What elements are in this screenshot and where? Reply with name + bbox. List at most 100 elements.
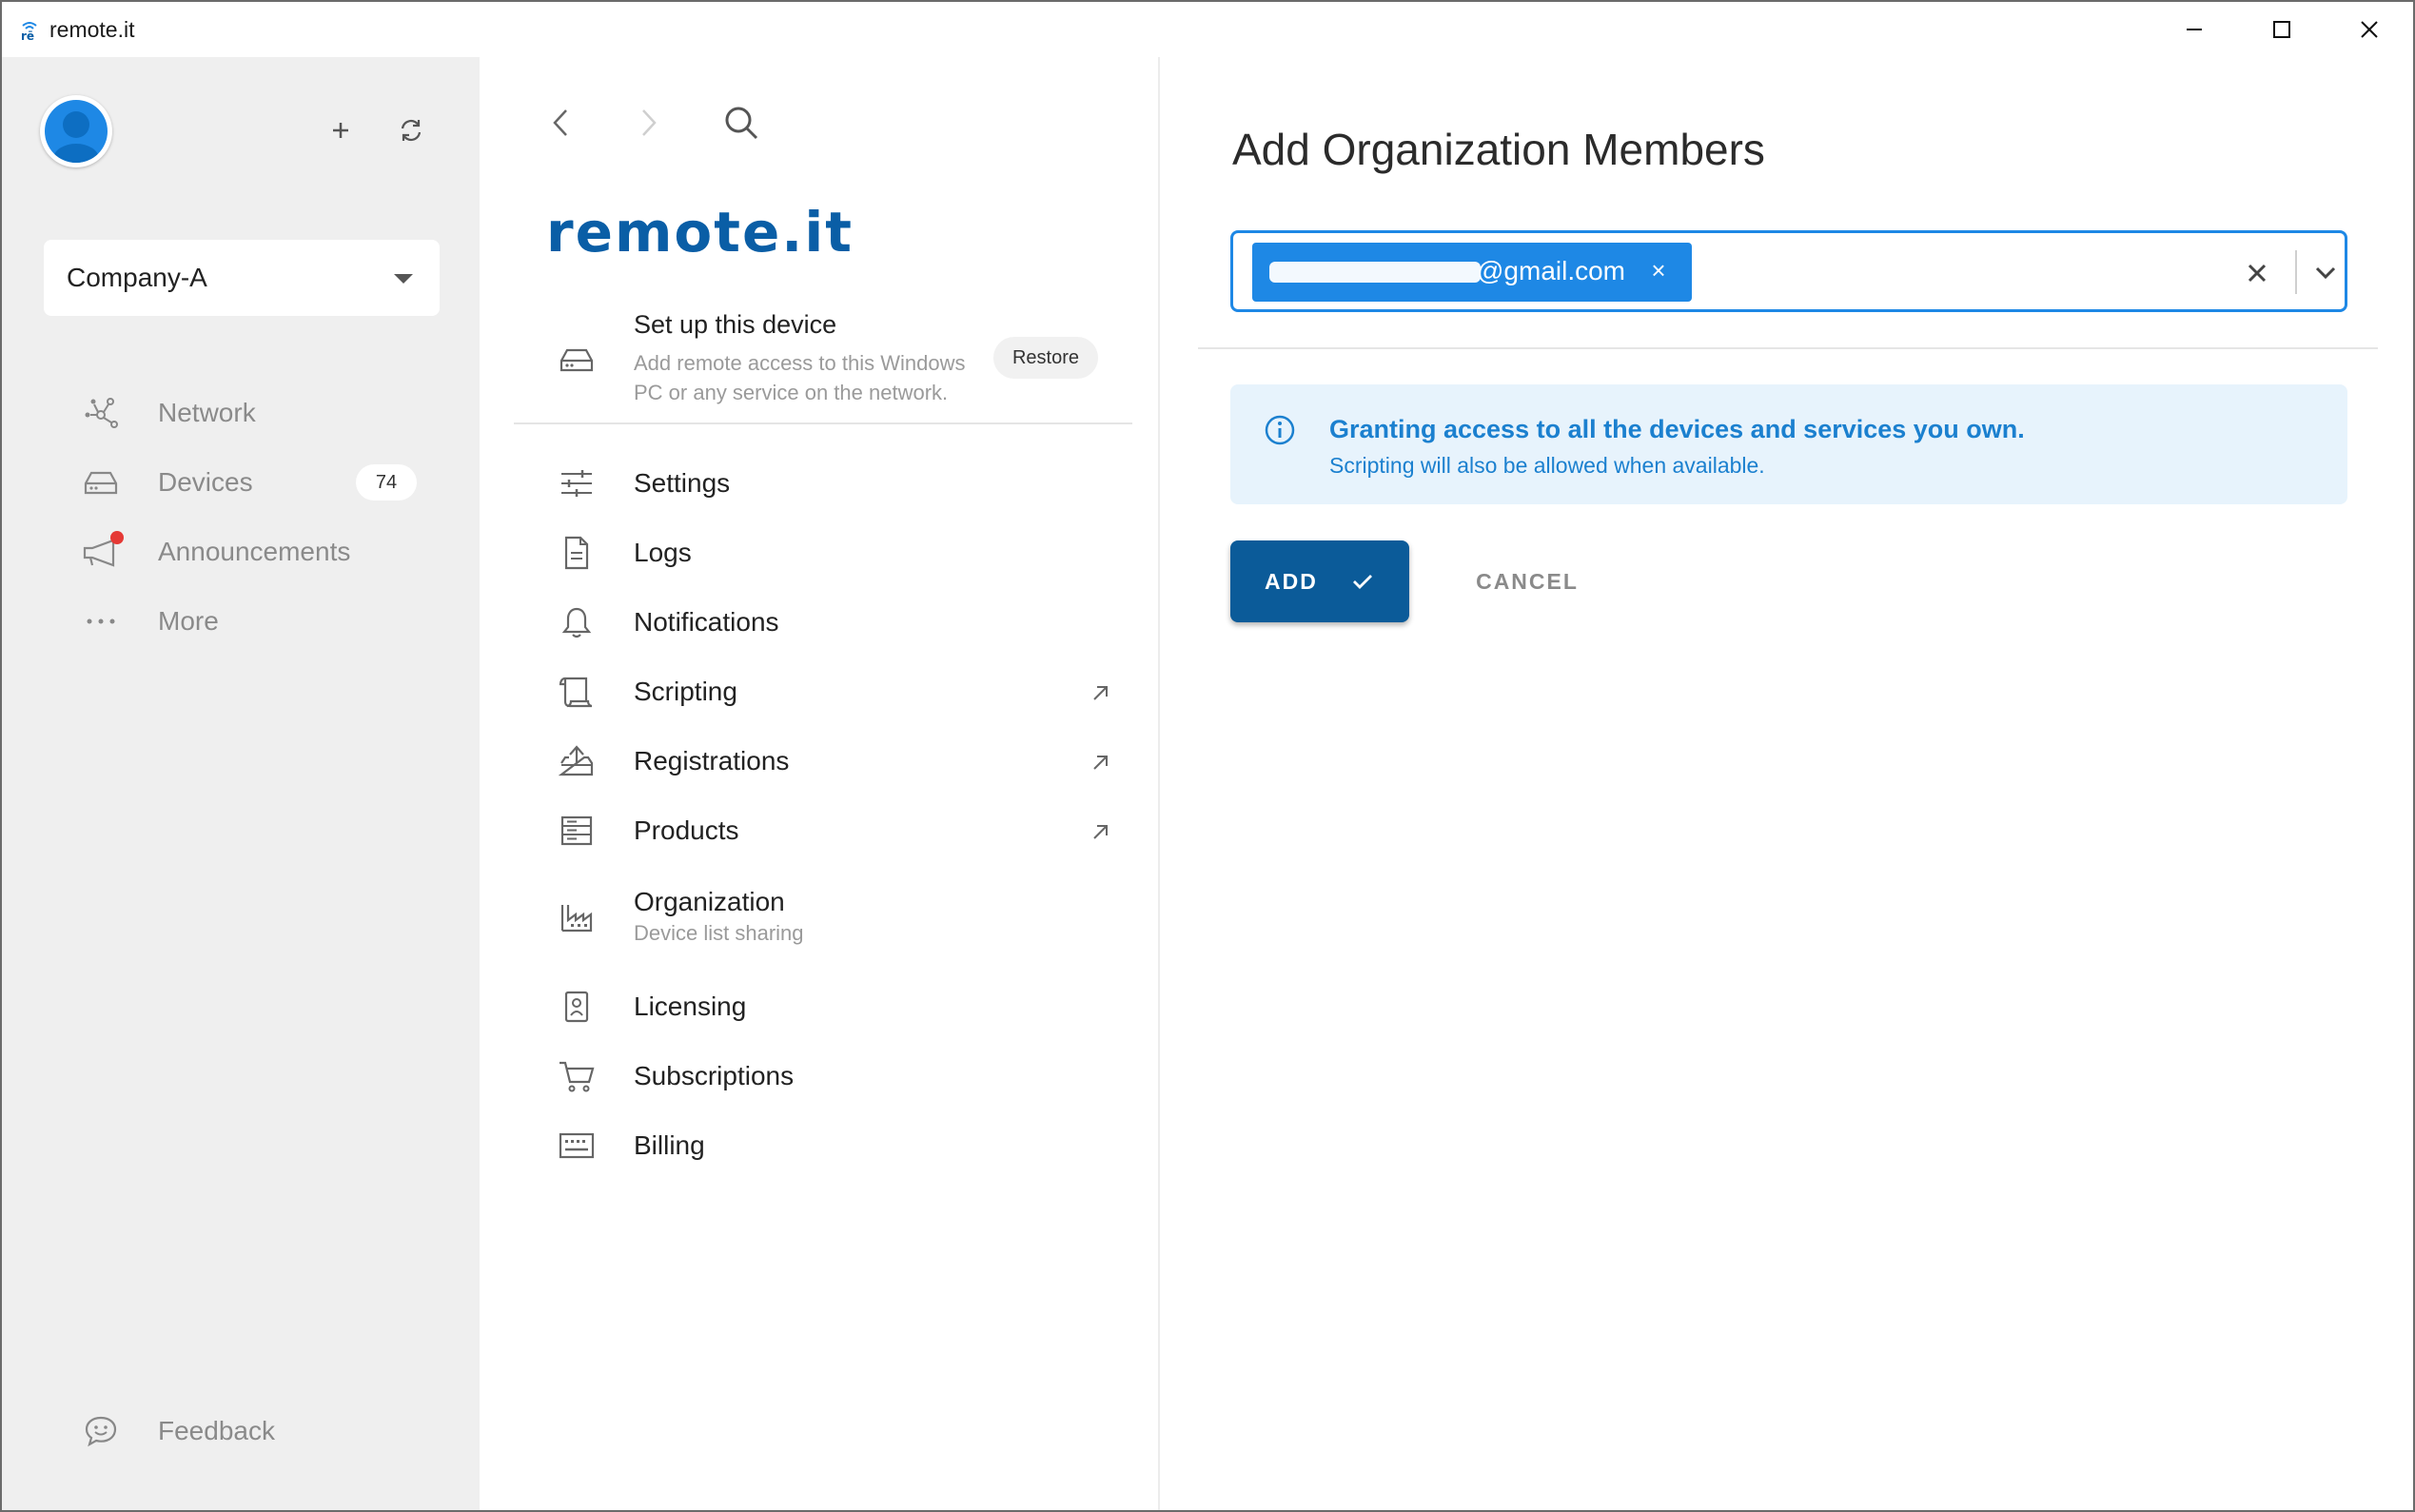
- menu-item-logs[interactable]: Logs: [480, 522, 1160, 585]
- maximize-button[interactable]: [2238, 2, 2326, 57]
- cancel-button[interactable]: CANCEL: [1451, 540, 1603, 622]
- add-button[interactable]: ADD: [1230, 540, 1409, 622]
- id-badge-icon: [556, 986, 598, 1028]
- cart-icon: [556, 1055, 598, 1097]
- setup-device-title: Set up this device: [634, 310, 837, 339]
- menu-item-label: Settings: [634, 468, 731, 498]
- refresh-button[interactable]: [390, 109, 432, 151]
- page-title: Add Organization Members: [1232, 125, 1765, 174]
- menu-item-organization[interactable]: Organization Device list sharing: [480, 872, 1160, 959]
- add-button-label: ADD: [1265, 569, 1318, 594]
- plus-icon: [333, 123, 348, 138]
- menu-item-billing[interactable]: Billing: [480, 1115, 1160, 1178]
- restore-button[interactable]: Restore: [993, 337, 1098, 379]
- menu-item-label: Scripting: [634, 677, 737, 706]
- divider: [1198, 347, 2378, 349]
- forward-button[interactable]: [625, 99, 673, 147]
- menu-item-settings[interactable]: Settings: [480, 453, 1160, 516]
- sidebar-item-devices[interactable]: Devices 74: [2, 452, 480, 513]
- external-link-icon: [1089, 819, 1113, 844]
- menu-item-scripting[interactable]: Scripting: [480, 661, 1160, 724]
- menu-item-label: Products: [634, 815, 739, 845]
- scroll-icon: [556, 671, 598, 713]
- chevron-right-icon: [642, 109, 657, 136]
- sidebar-item-more[interactable]: More: [2, 591, 480, 652]
- maximize-icon: [2273, 21, 2290, 38]
- external-link-icon: [1089, 750, 1113, 775]
- title-bar: rē remote.it: [2, 2, 2413, 57]
- menu-item-label: Subscriptions: [634, 1061, 795, 1090]
- close-window-button[interactable]: [2326, 2, 2413, 57]
- email-chip-label: @gmail.com: [1477, 256, 1626, 285]
- sidebar-item-label: Network: [158, 398, 256, 427]
- upload-tray-icon: [556, 740, 598, 782]
- back-button[interactable]: [537, 99, 584, 147]
- divider: [2295, 250, 2297, 294]
- clear-button[interactable]: [2236, 252, 2278, 294]
- devices-icon: [80, 461, 122, 503]
- check-icon: [1348, 567, 1377, 596]
- external-link-icon: [1089, 680, 1113, 705]
- sidebar-item-label: More: [158, 606, 219, 636]
- setup-device-item[interactable]: Set up this device Add remote access to …: [480, 304, 1160, 438]
- organization-select[interactable]: Company-A: [44, 240, 440, 316]
- remoteit-brand-logo: remote.it: [546, 200, 854, 265]
- chevron-left-icon: [553, 109, 567, 136]
- more-icon: [80, 600, 122, 642]
- menu-item-label: Licensing: [634, 992, 747, 1021]
- divider: [514, 422, 1132, 424]
- dropdown-button[interactable]: [2305, 252, 2346, 294]
- user-icon: [45, 100, 108, 163]
- info-notice: Granting access to all the devices and s…: [1230, 384, 2347, 504]
- network-icon: [80, 392, 122, 434]
- sidebar-item-label: Devices: [158, 467, 253, 497]
- chip-remove-icon[interactable]: ×: [1644, 256, 1673, 285]
- devices-count-badge: 74: [356, 464, 417, 501]
- caret-down-icon: [394, 274, 413, 284]
- settings-panel: remote.it Set up this device Add remote …: [480, 57, 1160, 1510]
- devices-icon: [556, 339, 598, 381]
- server-list-icon: [556, 810, 598, 852]
- menu-item-products[interactable]: Products: [480, 800, 1160, 863]
- menu-item-label: Registrations: [634, 746, 790, 776]
- sliders-icon: [556, 462, 598, 504]
- avatar[interactable]: [40, 95, 112, 167]
- window-title: remote.it: [49, 17, 135, 42]
- menu-item-subtitle: Device list sharing: [634, 921, 804, 945]
- factory-icon: [556, 896, 598, 938]
- menu-item-label: Organization: [634, 887, 785, 916]
- menu-item-subscriptions[interactable]: Subscriptions: [480, 1046, 1160, 1109]
- document-icon: [556, 532, 598, 574]
- search-icon: [725, 107, 758, 140]
- refresh-icon: [401, 119, 422, 142]
- add-button[interactable]: [320, 109, 362, 151]
- organization-select-value: Company-A: [67, 263, 207, 292]
- sidebar-item-announcements[interactable]: Announcements: [2, 521, 480, 582]
- alert-dot: [110, 531, 124, 544]
- menu-item-notifications[interactable]: Notifications: [480, 592, 1160, 655]
- email-input[interactable]: @gmail.com ×: [1230, 230, 2347, 312]
- sidebar-item-label: Feedback: [158, 1416, 275, 1445]
- feedback-icon: [80, 1410, 122, 1452]
- svg-text:rē: rē: [21, 29, 34, 41]
- menu-item-licensing[interactable]: Licensing: [480, 976, 1160, 1039]
- sidebar-item-label: Announcements: [158, 537, 351, 566]
- close-icon: [2361, 21, 2378, 38]
- menu-item-label: Logs: [634, 538, 692, 567]
- info-subtitle: Scripting will also be allowed when avai…: [1329, 453, 1765, 478]
- redacted-text: [1269, 262, 1481, 283]
- minimize-button[interactable]: [2150, 2, 2238, 57]
- menu-item-registrations[interactable]: Registrations: [480, 731, 1160, 794]
- sidebar: Company-A Network Devices 74 Announcemen…: [2, 57, 480, 1510]
- sidebar-item-feedback[interactable]: Feedback: [2, 1401, 480, 1462]
- sidebar-item-network[interactable]: Network: [2, 383, 480, 443]
- app-window: rē remote.it Company-A Network Devices 7…: [0, 0, 2415, 1512]
- email-chip[interactable]: @gmail.com ×: [1252, 243, 1692, 302]
- add-members-panel: Add Organization Members @gmail.com × Gr…: [1160, 57, 2413, 1510]
- info-title: Granting access to all the devices and s…: [1329, 415, 2025, 443]
- menu-item-label: Billing: [634, 1130, 705, 1160]
- minimize-icon: [2187, 29, 2202, 30]
- info-icon: [1263, 413, 1297, 447]
- search-button[interactable]: [717, 99, 765, 147]
- keyboard-icon: [556, 1125, 598, 1167]
